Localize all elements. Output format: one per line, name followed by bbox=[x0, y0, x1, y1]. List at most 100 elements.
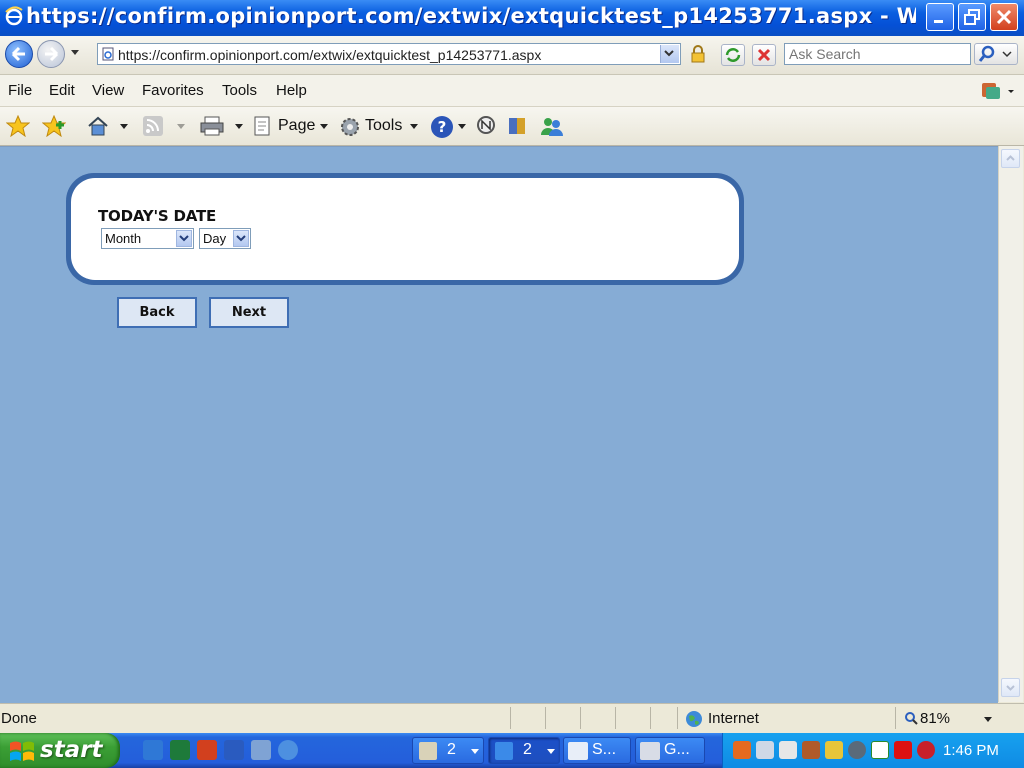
zoom-level[interactable]: 81% bbox=[920, 710, 950, 727]
back-arrow-icon bbox=[11, 46, 25, 62]
month-select-value: Month bbox=[105, 231, 142, 246]
refresh-button[interactable] bbox=[721, 44, 745, 66]
taskbar-task-g[interactable]: G... bbox=[635, 737, 705, 764]
gear-icon[interactable] bbox=[338, 115, 362, 139]
help-dropdown[interactable] bbox=[458, 124, 466, 129]
add-favorites-icon[interactable] bbox=[42, 115, 66, 137]
help-icon[interactable]: ? bbox=[429, 114, 455, 140]
vertical-scrollbar[interactable] bbox=[998, 146, 1023, 702]
clock[interactable]: 1:46 PM bbox=[943, 742, 999, 759]
task-label: 2 bbox=[523, 741, 532, 758]
menu-edit[interactable]: Edit bbox=[49, 82, 75, 99]
start-button[interactable]: start bbox=[0, 733, 120, 768]
home-icon[interactable] bbox=[86, 115, 110, 137]
task-label: 2 bbox=[447, 741, 456, 758]
stop-icon bbox=[757, 48, 771, 62]
zoom-icon bbox=[905, 712, 918, 725]
search-input[interactable] bbox=[784, 43, 971, 65]
address-dropdown[interactable] bbox=[660, 45, 679, 63]
powerpoint-quicklaunch-icon[interactable] bbox=[197, 740, 217, 760]
next-button[interactable]: Next bbox=[209, 297, 289, 328]
lock-icon[interactable] bbox=[690, 45, 706, 63]
norton-tray-icon[interactable] bbox=[894, 741, 912, 759]
navigation-bar: https://confirm.opinionport.com/extwix/e… bbox=[0, 36, 1024, 75]
word-quicklaunch-icon[interactable] bbox=[224, 740, 244, 760]
restore-button[interactable] bbox=[958, 3, 986, 31]
shield-tray-icon[interactable] bbox=[917, 741, 935, 759]
system-tray: 1:46 PM bbox=[722, 733, 1024, 768]
messenger-icon[interactable] bbox=[539, 115, 565, 137]
word-doc-icon bbox=[568, 742, 588, 760]
tray-icon[interactable] bbox=[825, 741, 843, 759]
page-dropdown[interactable] bbox=[320, 124, 328, 129]
tray-icon[interactable] bbox=[848, 741, 866, 759]
excel-quicklaunch-icon[interactable] bbox=[170, 740, 190, 760]
command-bar: Page Tools ? bbox=[0, 107, 1024, 146]
tools-dropdown[interactable] bbox=[410, 124, 418, 129]
back-nav-button[interactable] bbox=[5, 40, 33, 68]
reference-icon[interactable] bbox=[506, 115, 530, 137]
taskbar-group-paint[interactable]: 2 bbox=[412, 737, 484, 764]
rss-feed-icon[interactable] bbox=[142, 115, 166, 137]
stop-button[interactable] bbox=[752, 44, 776, 66]
forward-nav-button[interactable] bbox=[37, 40, 65, 68]
antivirus-tray-icon[interactable] bbox=[871, 741, 889, 759]
back-button[interactable]: Back bbox=[117, 297, 197, 328]
question-heading: TODAY'S DATE bbox=[98, 207, 217, 225]
scroll-up-icon bbox=[1006, 155, 1015, 161]
tools-menu[interactable]: Tools bbox=[365, 117, 402, 135]
home-dropdown[interactable] bbox=[120, 124, 128, 129]
menu-view[interactable]: View bbox=[92, 82, 124, 99]
tray-icon[interactable] bbox=[802, 741, 820, 759]
print-dropdown[interactable] bbox=[235, 124, 243, 129]
day-select[interactable]: Day bbox=[199, 228, 251, 249]
menu-help[interactable]: Help bbox=[276, 82, 307, 99]
day-dropdown-arrow[interactable] bbox=[233, 230, 249, 247]
network-quicklaunch-icon[interactable] bbox=[251, 740, 271, 760]
menu-file[interactable]: File bbox=[8, 82, 32, 99]
window-title-bar: https://confirm.opinionport.com/extwix/e… bbox=[0, 0, 1024, 36]
task-group-dropdown bbox=[547, 749, 555, 754]
tray-icon[interactable] bbox=[756, 741, 774, 759]
page-menu[interactable]: Page bbox=[278, 117, 315, 135]
taskbar-group-ie[interactable]: 2 bbox=[488, 737, 560, 764]
app-icon bbox=[640, 742, 660, 760]
research-icon[interactable] bbox=[475, 115, 499, 137]
ie-icon bbox=[495, 742, 513, 760]
page-menu-icon[interactable] bbox=[252, 115, 274, 137]
favorites-star-icon[interactable] bbox=[6, 115, 30, 137]
search-button[interactable] bbox=[974, 43, 1018, 65]
lock-tray-icon[interactable] bbox=[779, 741, 797, 759]
print-icon[interactable] bbox=[199, 115, 225, 137]
menu-tools[interactable]: Tools bbox=[222, 82, 257, 99]
status-divider bbox=[510, 707, 511, 729]
ie-quicklaunch-icon[interactable] bbox=[143, 740, 163, 760]
chevron-down-icon bbox=[236, 235, 246, 242]
search-icon bbox=[978, 45, 1012, 62]
scroll-up-button[interactable] bbox=[1001, 149, 1020, 168]
address-bar[interactable]: https://confirm.opinionport.com/extwix/e… bbox=[97, 43, 681, 65]
recent-pages-dropdown[interactable] bbox=[71, 50, 79, 55]
globe-icon bbox=[686, 711, 702, 727]
address-url[interactable]: https://confirm.opinionport.com/extwix/e… bbox=[118, 47, 541, 63]
media-quicklaunch-icon[interactable] bbox=[278, 740, 298, 760]
month-select[interactable]: Month bbox=[101, 228, 194, 249]
zoom-dropdown[interactable] bbox=[984, 717, 992, 722]
scroll-down-button[interactable] bbox=[1001, 678, 1020, 697]
feeds-dropdown[interactable] bbox=[177, 124, 185, 129]
status-divider bbox=[580, 707, 581, 729]
minimize-button[interactable] bbox=[926, 3, 954, 31]
forward-arrow-icon bbox=[45, 46, 59, 62]
status-bar: Done Internet 81% bbox=[0, 703, 1024, 733]
security-zone[interactable]: Internet bbox=[708, 710, 759, 727]
month-dropdown-arrow[interactable] bbox=[176, 230, 192, 247]
tray-icon[interactable] bbox=[733, 741, 751, 759]
status-text: Done bbox=[1, 710, 37, 727]
status-divider bbox=[615, 707, 616, 729]
taskbar-task-word[interactable]: S... bbox=[563, 737, 631, 764]
menu-favorites[interactable]: Favorites bbox=[142, 82, 204, 99]
close-button[interactable] bbox=[990, 3, 1018, 31]
toolbar-options-icon[interactable] bbox=[980, 81, 1016, 101]
task-label: G... bbox=[664, 741, 690, 758]
status-divider bbox=[545, 707, 546, 729]
